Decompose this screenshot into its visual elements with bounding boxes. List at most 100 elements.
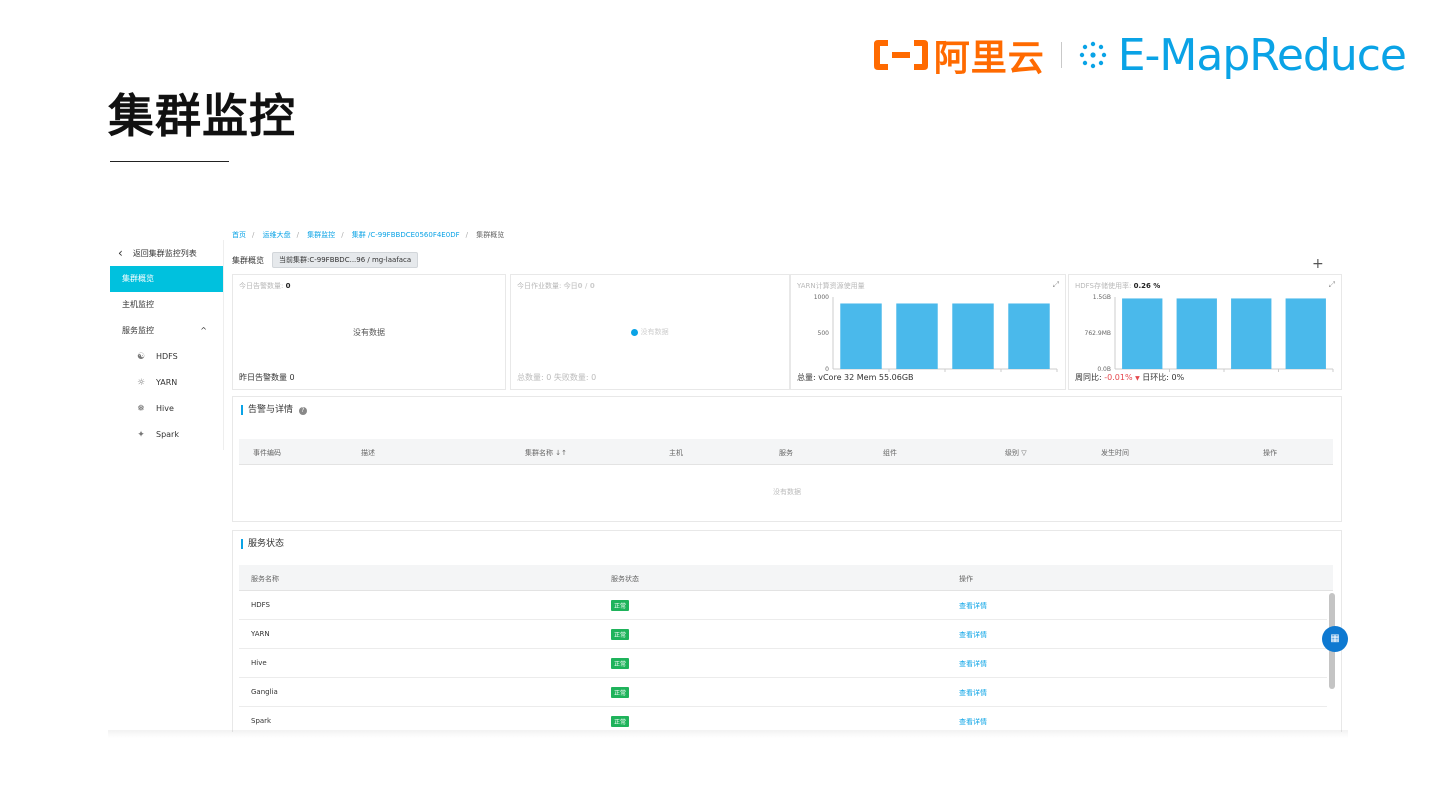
column-header: 发生时间 [1101,449,1129,457]
dod-value: 日环比: 0% [1142,373,1185,382]
column-header[interactable]: 级别 ▽ [1005,448,1027,458]
column-header: 操作 [959,575,973,583]
loading-indicator: 没有数据 [511,327,789,337]
sidebar-item-yarn[interactable]: ☼ YARN [110,370,223,396]
sidebar-item-hive[interactable]: ❅ Hive [110,396,223,422]
cluster-selector-row: 集群概览 当前集群:C-99FBBDC...96 / mg-laafaca [232,252,419,268]
chart-bar [840,303,882,369]
status-badge: 正常 [611,600,630,611]
wow-label: 周同比: [1075,373,1102,382]
sidebar-group-label: 服务监控 [122,326,154,335]
no-data-text: 没有数据 [773,488,801,496]
chart-bar [1176,298,1217,369]
column-header: 组件 [883,449,897,457]
y-tick-label: 762.9MB [1085,330,1111,337]
chart-bar [1285,298,1326,369]
column-header: 描述 [361,449,375,457]
help-icon[interactable]: ? [298,407,307,415]
chart-bar [952,303,994,369]
view-detail-link[interactable]: 查看详情 [959,630,987,640]
sidebar-item-label: Hive [156,404,174,413]
sidebar-item-overview[interactable]: 集群概览 [110,266,223,292]
hdfs-icon: ☯ [136,352,146,362]
view-detail-link[interactable]: 查看详情 [959,688,987,698]
service-table-header: 服务名称 服务状态 操作 [239,565,1333,591]
column-header: 服务 [779,449,793,457]
column-header: 服务状态 [611,575,639,583]
breadcrumb-item[interactable]: 集群监控 [307,231,335,239]
status-badge: 正常 [611,716,630,727]
service-status-panel: 服务状态 服务名称 服务状态 操作 HDFS 正常 查看详情 YARN 正常 查… [232,530,1342,732]
slide-title: 集群监控 [108,89,296,143]
brand-name-cn: 阿里云 [933,38,1045,79]
table-row: Spark 正常 查看详情 [239,707,1327,732]
chart-bar [1008,303,1050,369]
service-name: Hive [251,659,267,667]
wow-value: -0.01% [1104,373,1133,382]
service-name: HDFS [251,601,271,609]
add-icon[interactable]: + [1312,256,1324,272]
card-footer: 总量: vCore 32 Mem 55.06GB [797,373,914,382]
table-row: HDFS 正常 查看详情 [239,591,1327,620]
service-name: YARN [251,630,270,638]
chart-bar [1122,298,1163,369]
chevron-up-icon: ^ [200,326,207,335]
service-name: Spark [251,717,272,725]
chart-bar [1231,298,1272,369]
card-value: 0 [285,282,291,290]
card-jobs-today: 今日作业数量: 今日0 / 0 没有数据 总数量: 0 失败数量: 0 [510,274,790,390]
sidebar-item-host-monitor[interactable]: 主机监控 [110,292,223,318]
brand-divider [1060,42,1062,68]
sidebar-group-service-monitor[interactable]: 服务监控 ^ [110,318,223,344]
chart-bar [896,303,938,369]
card-footer: 昨日告警数量 0 [239,373,295,382]
sidebar: ‹ 返回集群监控列表 集群概览 主机监控 服务监控 ^ ☯ HDFS ☼ YAR… [110,240,224,450]
back-arrow-icon: ‹ [118,246,123,260]
view-detail-link[interactable]: 查看详情 [959,717,987,727]
card-yarn-usage: YARN计算资源使用量 ⤢ 0 500 1000 总量: vCore 32 Mem … [790,274,1066,390]
spark-icon: ✦ [137,430,145,440]
card-value: 今日0 / 0 [563,282,595,290]
column-header[interactable]: 集群名称 ↓↑ [525,448,567,458]
sidebar-item-label: Spark [156,430,179,439]
floating-menu-button[interactable]: ▦ [1322,626,1348,652]
sidebar-item-hdfs[interactable]: ☯ HDFS [110,344,223,370]
breadcrumb-item[interactable]: 集群 /C-99FBBDCE0560F4E0DF [352,231,460,239]
view-detail-link[interactable]: 查看详情 [959,601,987,611]
emr-dots-icon [1079,41,1106,69]
breadcrumb: 首页 / 运维大盘 / 集群监控 / 集群 /C-99FBBDCE0560F4E0DF… [232,231,505,239]
table-row: Hive 正常 查看详情 [239,649,1327,678]
brand-name-en: E-MapReduce [1117,29,1407,81]
column-header: 服务名称 [251,575,279,583]
breadcrumb-item[interactable]: 首页 [232,231,246,239]
sidebar-item-spark[interactable]: ✦ Spark [110,422,223,448]
column-header: 主机 [669,449,683,457]
current-cluster-select[interactable]: 当前集群:C-99FBBDC...96 / mg-laafaca [272,252,419,268]
panel-title-text: 告警与详情 [248,405,294,415]
y-tick-label: 1000 [814,294,829,301]
card-label: 今日告警数量: [239,282,284,290]
loading-spinner-icon [631,328,639,336]
back-to-list-link[interactable]: ‹ 返回集群监控列表 [110,240,223,266]
service-name: Ganglia [251,688,278,696]
card-label: 今日作业数量: [517,282,562,290]
cluster-overview-label: 集群概览 [232,255,264,265]
alarm-table-header: 事件编码 描述 集群名称 ↓↑ 主机 服务 组件 级别 ▽ 发生时间 操作 [239,439,1333,465]
yarn-icon: ☼ [136,378,146,388]
loading-text: 没有数据 [640,328,669,336]
card-hdfs-usage: HDFS存储使用率: 0.26 % ⤢ 0.0B 762.9MB 1.5GB 周同比… [1068,274,1342,390]
hive-icon: ❅ [137,404,145,414]
breadcrumb-item[interactable]: 运维大盘 [263,231,291,239]
column-header: 事件编码 [253,449,281,457]
sidebar-item-label: YARN [156,378,178,387]
card-header: 今日作业数量: 今日0 / 0 [517,281,595,291]
y-tick-label: 1.5GB [1093,294,1111,301]
card-footer: 总数量: 0 失败数量: 0 [517,373,597,382]
panel-title: 服务状态 [241,539,284,549]
status-badge: 正常 [611,687,630,698]
card-alarms-today: 今日告警数量: 0 没有数据 昨日告警数量 0 [232,274,506,390]
view-detail-link[interactable]: 查看详情 [959,659,987,669]
screenshot-shadow [108,730,1348,738]
table-row: Ganglia 正常 查看详情 [239,678,1327,707]
status-badge: 正常 [611,629,630,640]
